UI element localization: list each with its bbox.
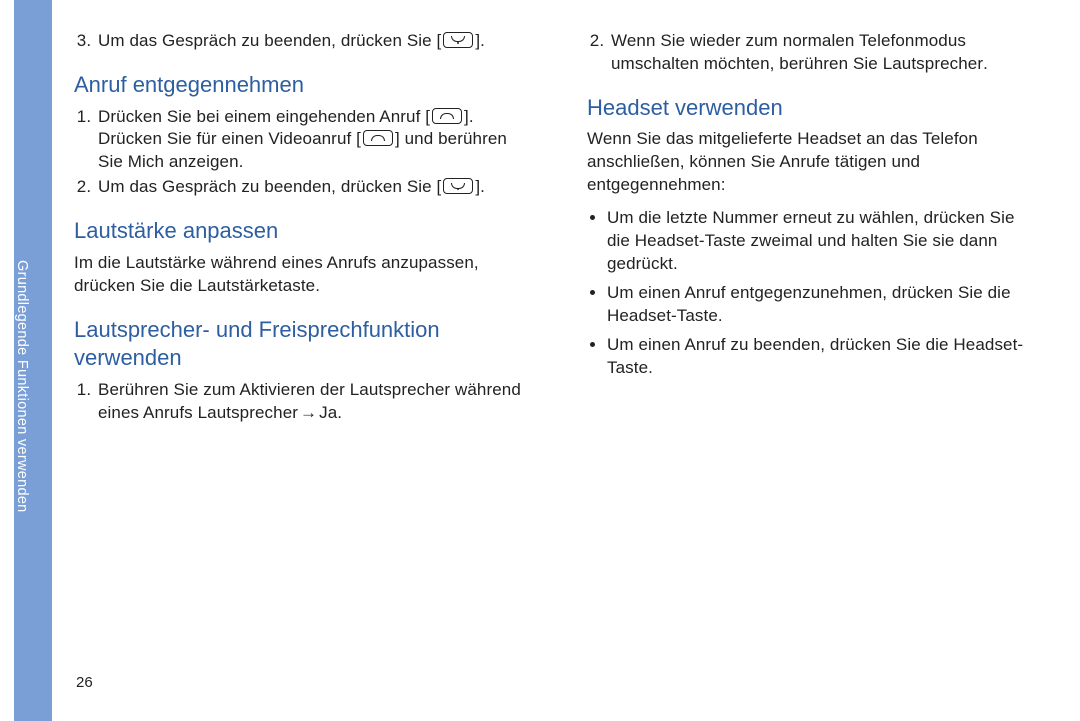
sidebar-label: Grundlegende Funktionen verwenden [14, 0, 30, 721]
text-bold: Ja [319, 403, 337, 422]
text: ]. [464, 107, 474, 126]
column-left: Um das Gespräch zu beenden, drücken Sie … [74, 30, 527, 701]
text: . [239, 152, 244, 171]
list-item: Um einen Anruf entgegenzunehmen, drücken… [607, 282, 1040, 328]
text: . [337, 403, 342, 422]
text: ]. [475, 177, 485, 196]
list-item: Drücken Sie bei einem eingehenden Anruf … [96, 106, 527, 175]
list-anruf: Drücken Sie bei einem eingehenden Anruf … [74, 106, 527, 200]
list-continue-2: Wenn Sie wieder zum normalen Telefonmodu… [587, 30, 1040, 76]
paragraph: Im die Lautstärke während eines Anrufs a… [74, 252, 527, 298]
list-item: Wenn Sie wieder zum normalen Telefonmodu… [609, 30, 1040, 76]
text: ]. [475, 31, 485, 50]
arrow-icon: → [300, 402, 317, 425]
paragraph: Wenn Sie das mitgelieferte Headset an da… [587, 128, 1040, 197]
heading-lautstaerke: Lautstärke anpassen [74, 217, 527, 246]
list-continue-3: Um das Gespräch zu beenden, drücken Sie … [74, 30, 527, 53]
text: Drücken Sie für einen Videoanruf [ [98, 129, 361, 148]
list-item: Um das Gespräch zu beenden, drücken Sie … [96, 30, 527, 53]
end-call-icon [443, 32, 473, 48]
text: Um das Gespräch zu beenden, drücken Sie … [98, 31, 441, 50]
call-icon [432, 108, 462, 124]
text-bold: Lautsprecher [883, 54, 983, 73]
page-number: 26 [76, 674, 93, 691]
page-content: Um das Gespräch zu beenden, drücken Sie … [74, 30, 1040, 701]
call-icon [363, 130, 393, 146]
list-item: Berühren Sie zum Aktivieren der Lautspre… [96, 379, 527, 425]
heading-anruf-entgegennehmen: Anruf entgegennehmen [74, 71, 527, 100]
text: Um das Gespräch zu beenden, drücken Sie … [98, 177, 441, 196]
text-bold: Mich anzeigen [128, 152, 239, 171]
bullet-list: Um die letzte Nummer erneut zu wählen, d… [587, 207, 1040, 380]
end-call-icon [443, 178, 473, 194]
column-right: Wenn Sie wieder zum normalen Telefonmodu… [587, 30, 1040, 701]
list-item: Um die letzte Nummer erneut zu wählen, d… [607, 207, 1040, 276]
text: Drücken Sie bei einem eingehenden Anruf … [98, 107, 430, 126]
list-lautsprecher: Berühren Sie zum Aktivieren der Lautspre… [74, 379, 527, 425]
list-item: Um einen Anruf zu beenden, drücken Sie d… [607, 334, 1040, 380]
text-bold: Lautsprecher [198, 403, 298, 422]
heading-lautsprecher: Lautsprecher- und Freisprechfunktion ver… [74, 316, 527, 373]
list-item: Um das Gespräch zu beenden, drücken Sie … [96, 176, 527, 199]
sidebar: Grundlegende Funktionen verwenden [14, 0, 52, 721]
heading-headset: Headset verwenden [587, 94, 1040, 123]
text: . [983, 54, 988, 73]
